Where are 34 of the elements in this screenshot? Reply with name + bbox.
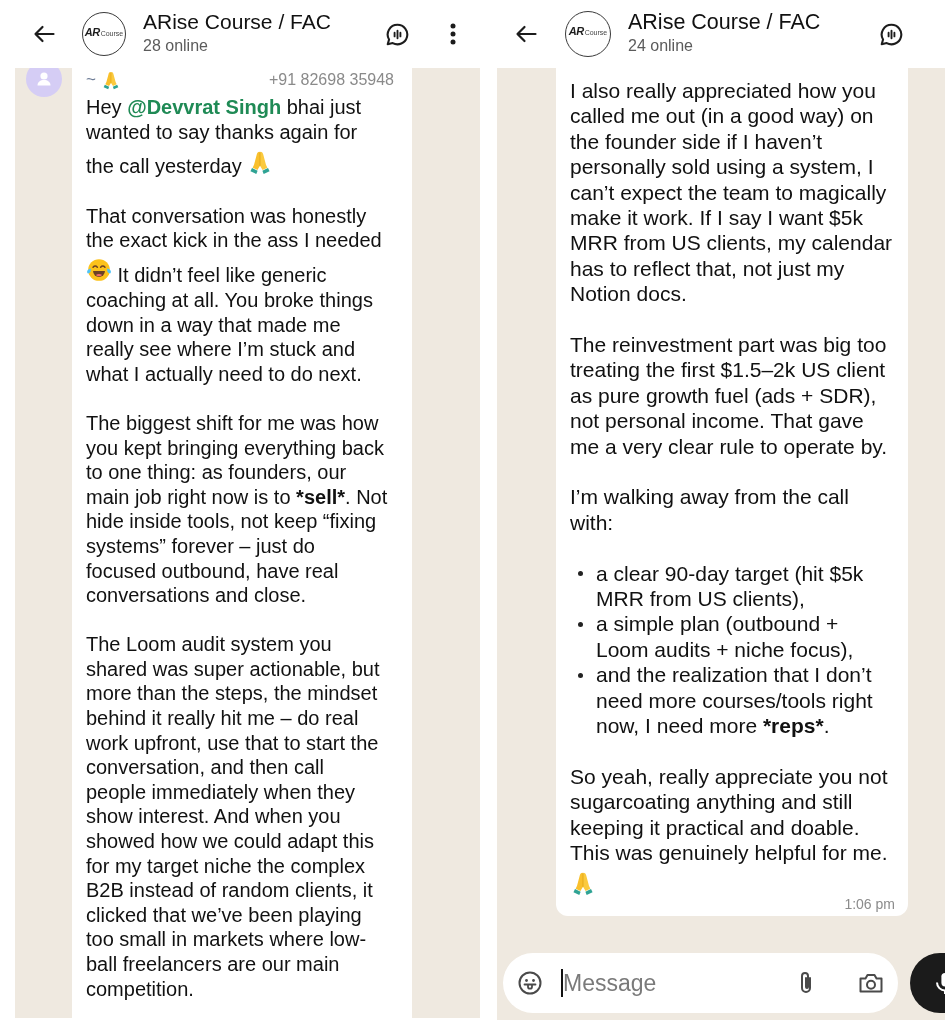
laughing-face-icon (86, 257, 112, 284)
back-arrow-icon[interactable] (515, 25, 537, 43)
mic-icon (935, 971, 945, 995)
paperclip-icon[interactable] (799, 971, 813, 995)
back-arrow-icon[interactable] (33, 25, 55, 43)
message-text: That conversation was honestly the exact kick in the ass I needed It didn’t feel like generic coaching at all. You broke things down in a way that made me really see where I’m stuck and what I actually need to do next. (86, 203, 383, 387)
logo-mark: AR (84, 27, 100, 38)
message-text: and the realization that I don’t need more courses/tools right now, I need more *reps*. (596, 662, 874, 739)
voice-chat-icon[interactable] (385, 21, 410, 47)
bullet-icon (578, 622, 583, 627)
voice-chat-icon[interactable] (879, 21, 904, 47)
message-text: Hey @Devvrat Singh bhai just wanted to say thanks again for the call yesterday (86, 95, 363, 179)
chat-title: ARise Course / FAC (143, 10, 331, 34)
mic-button[interactable] (910, 953, 945, 1013)
logo-mark: AR (568, 26, 584, 37)
menu-icon[interactable] (450, 23, 456, 45)
message-input[interactable]: Message (563, 969, 799, 997)
message-text: The Loom audit system you shared was super actionable, but more than the steps, the mindset behind it really hit me – do real work upfront, use that to start the conversation, and then call people immediately when they show interest. And when you showed how we could adapt this for my target niche the complex B2B instead of random clients, it clicked that we’ve been playing too small in markets where low-ball freelancers are our main competition. (86, 632, 381, 1002)
message-text: The biggest shift for me was how you kept bringing everything back to one thing: as founders, our main job right now is to *sell*. Not hide inside tools, not keep “fixing systems” forever – just do focused outbound, have real conversations and close. (86, 410, 388, 608)
online-count: 28 online (143, 36, 208, 56)
sender-name: ~ (86, 70, 96, 90)
message-text: I’m walking away from the call with: (570, 484, 850, 536)
online-count: 24 online (628, 36, 693, 56)
sticker-icon[interactable] (517, 970, 543, 996)
message-text: I also really appreciated how you called me out (in a good way) on the founder side if I haven’t personally sold using a system, I can’t expect the team to magically make it work. If I say I want $5k MRR from US clients, my calendar has to reflect that, not just my Notion docs. (570, 78, 894, 307)
chat-title: ARise Course / FAC (628, 10, 821, 34)
message-time: 1:06 pm (844, 895, 895, 913)
message-text: The reinvestment part was big too treating the first $1.5–2k US client as pure growth fuel (ads + SDR), not personal income. That gave me a very clear rule to operate by. (570, 332, 889, 460)
message-composer[interactable]: Message (503, 953, 898, 1013)
camera-icon[interactable] (858, 972, 884, 994)
sender-phone: +91 82698 35948 (269, 70, 394, 90)
bullet-icon (578, 571, 583, 577)
bullet-icon (578, 672, 583, 678)
mention-link[interactable]: @Devvrat Singh (127, 96, 282, 118)
